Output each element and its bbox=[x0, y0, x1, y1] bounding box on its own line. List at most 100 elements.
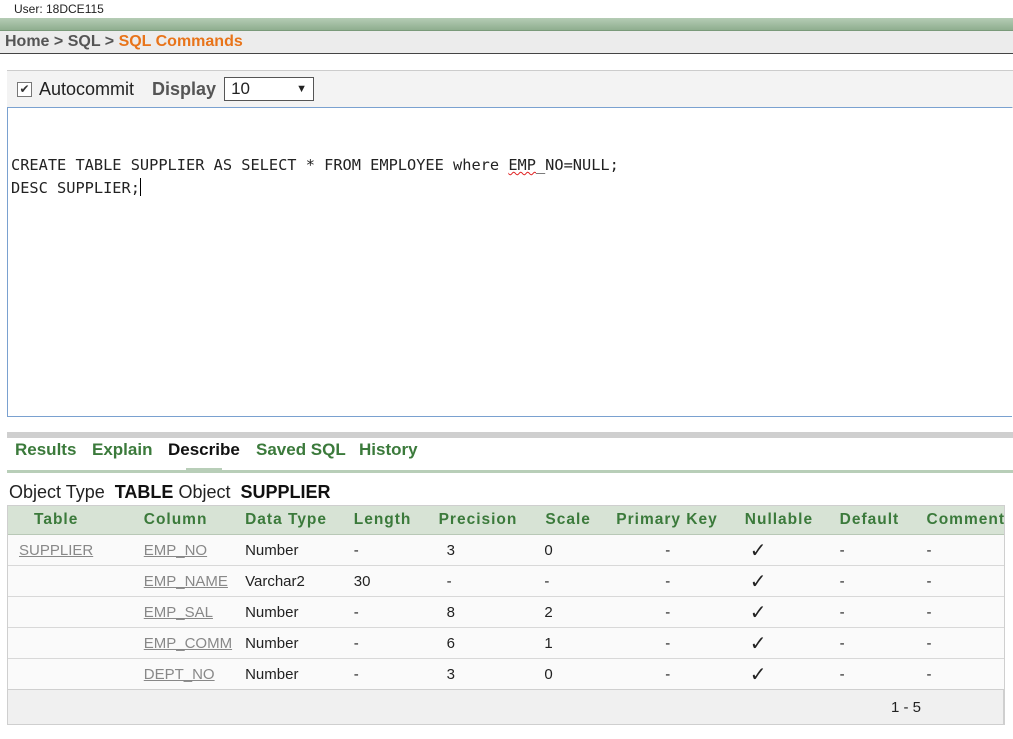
cell-primary-key: - bbox=[607, 627, 736, 659]
object-type-value: TABLE bbox=[114, 482, 174, 502]
display-select[interactable]: 10 ▼ bbox=[224, 77, 315, 101]
breadcrumb-separator: > bbox=[104, 33, 115, 50]
column-link[interactable]: EMP_SAL bbox=[121, 596, 233, 628]
breadcrumb-home[interactable]: Home bbox=[5, 33, 49, 50]
cell-length: - bbox=[344, 658, 430, 689]
editor-text: DESC SUPPLIER; bbox=[11, 179, 140, 197]
table-link bbox=[7, 627, 122, 659]
column-header: Table bbox=[7, 505, 122, 535]
cell-comment: - bbox=[917, 534, 1005, 566]
column-header: Precision bbox=[429, 505, 537, 535]
pagination-label: 1 - 5 bbox=[890, 699, 921, 716]
object-label: Object bbox=[178, 482, 231, 502]
result-tabs: Results Explain Describe Saved SQL Histo… bbox=[7, 438, 1013, 473]
cell-scale: 0 bbox=[536, 658, 608, 689]
cell-data-type: Number bbox=[232, 627, 345, 659]
chevron-down-icon: ▼ bbox=[296, 83, 308, 95]
cell-precision: - bbox=[429, 565, 537, 597]
breadcrumb: Home > SQL > SQL Commands bbox=[0, 31, 1013, 54]
editor-text: CREATE TABLE SUPPLIER AS SELECT * FROM E… bbox=[11, 156, 509, 174]
autocommit-label: Autocommit bbox=[39, 78, 135, 99]
table-link bbox=[7, 658, 122, 689]
cell-default: - bbox=[830, 534, 918, 566]
table-row: DEPT_NO Number - 3 0 - ✓ - - bbox=[7, 658, 1005, 689]
tab-describe[interactable]: Describe bbox=[168, 440, 240, 460]
column-link[interactable]: EMP_NAME bbox=[121, 565, 233, 597]
breadcrumb-sql[interactable]: SQL bbox=[68, 33, 101, 50]
column-header: Column bbox=[121, 505, 233, 535]
breadcrumb-current: SQL Commands bbox=[118, 33, 243, 50]
header-bar bbox=[0, 18, 1013, 31]
cell-comment: - bbox=[917, 565, 1005, 597]
display-select-value: 10 bbox=[231, 79, 250, 98]
table-row: EMP_SAL Number - 8 2 - ✓ - - bbox=[7, 596, 1005, 628]
column-header: Primary Key bbox=[607, 505, 736, 535]
check-icon: ✓ bbox=[749, 632, 767, 655]
cell-comment: - bbox=[917, 596, 1005, 628]
column-header: Default bbox=[830, 505, 918, 535]
cell-default: - bbox=[830, 627, 918, 659]
sql-editor[interactable]: CREATE TABLE SUPPLIER AS SELECT * FROM E… bbox=[7, 107, 1012, 417]
tab-results[interactable]: Results bbox=[15, 440, 76, 460]
check-icon: ✓ bbox=[749, 539, 767, 562]
cell-precision: 8 bbox=[429, 596, 537, 628]
cell-scale: - bbox=[536, 565, 608, 597]
check-icon: ✓ bbox=[749, 570, 767, 593]
column-link[interactable]: DEPT_NO bbox=[121, 658, 233, 689]
cell-precision: 6 bbox=[429, 627, 537, 659]
cell-precision: 3 bbox=[429, 658, 537, 689]
display-label: Display bbox=[152, 78, 217, 99]
column-header: Scale bbox=[536, 505, 608, 535]
text-caret bbox=[139, 178, 141, 196]
pagination-bar: 1 - 5 bbox=[7, 689, 1004, 725]
table-link bbox=[7, 565, 122, 597]
editor-text-misspelled: EMP bbox=[508, 156, 536, 174]
column-header: Comment bbox=[917, 505, 1005, 535]
check-icon: ✓ bbox=[749, 601, 767, 624]
cell-data-type: Number bbox=[232, 596, 345, 628]
cell-precision: 3 bbox=[429, 534, 537, 566]
cell-default: - bbox=[830, 565, 918, 597]
cell-length: - bbox=[344, 627, 430, 659]
cell-length: 30 bbox=[344, 565, 430, 597]
column-link[interactable]: EMP_NO bbox=[121, 534, 233, 566]
editor-line-2: DESC SUPPLIER; bbox=[11, 178, 141, 197]
object-type-label: Object Type bbox=[9, 482, 105, 502]
cell-primary-key: - bbox=[607, 596, 736, 628]
autocommit-checkbox[interactable]: ✔ bbox=[17, 81, 32, 97]
tab-explain[interactable]: Explain bbox=[92, 440, 152, 460]
cell-scale: 1 bbox=[536, 627, 608, 659]
cell-primary-key: - bbox=[607, 534, 736, 566]
command-toolbar: ✔ Autocommit Display 10 ▼ bbox=[7, 70, 1013, 108]
table-row: EMP_NAME Varchar2 30 - - - ✓ - - bbox=[7, 565, 1005, 597]
breadcrumb-separator: > bbox=[53, 33, 64, 50]
object-info: Object Type TABLE Object SUPPLIER bbox=[9, 482, 331, 503]
cell-primary-key: - bbox=[607, 565, 736, 597]
table-link bbox=[7, 596, 122, 628]
cell-default: - bbox=[830, 658, 918, 689]
tab-saved-sql[interactable]: Saved SQL bbox=[256, 440, 346, 460]
column-link[interactable]: EMP_COMM bbox=[121, 627, 233, 659]
cell-scale: 2 bbox=[536, 596, 608, 628]
table-header-row: Table Column Data Type Length Precision … bbox=[7, 505, 1005, 535]
user-label: User: 18DCE115 bbox=[14, 2, 104, 16]
cell-comment: - bbox=[917, 658, 1005, 689]
cell-length: - bbox=[344, 596, 430, 628]
column-header: Length bbox=[344, 505, 430, 535]
cell-scale: 0 bbox=[536, 534, 608, 566]
editor-line-1: CREATE TABLE SUPPLIER AS SELECT * FROM E… bbox=[11, 156, 619, 174]
table-link[interactable]: SUPPLIER bbox=[7, 534, 122, 566]
cell-data-type: Number bbox=[232, 658, 345, 689]
cell-data-type: Number bbox=[232, 534, 345, 566]
check-icon: ✓ bbox=[749, 663, 767, 686]
active-tab-indicator bbox=[186, 468, 222, 473]
tab-history[interactable]: History bbox=[359, 440, 418, 460]
cell-length: - bbox=[344, 534, 430, 566]
cell-data-type: Varchar2 bbox=[232, 565, 345, 597]
table-row: SUPPLIER EMP_NO Number - 3 0 - ✓ - - bbox=[7, 534, 1005, 566]
object-name-value: SUPPLIER bbox=[240, 482, 331, 502]
describe-table: Table Column Data Type Length Precision … bbox=[7, 505, 1005, 689]
cell-comment: - bbox=[917, 627, 1005, 659]
column-header: Nullable bbox=[735, 505, 831, 535]
cell-default: - bbox=[830, 596, 918, 628]
